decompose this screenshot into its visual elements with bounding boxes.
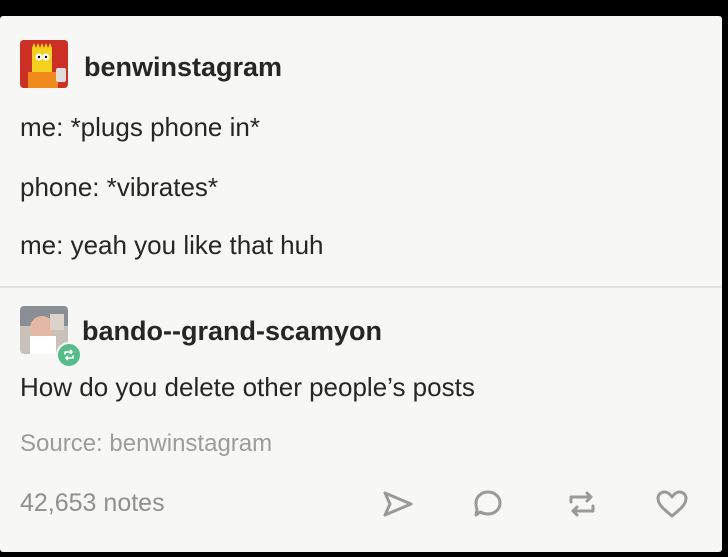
avatar-benwinstagram[interactable]	[20, 40, 68, 88]
reply-icon	[474, 490, 502, 517]
post-text-line-1: me: *plugs phone in*	[20, 112, 260, 142]
tumblr-post-card: benwinstagram me: *plugs phone in* phone…	[0, 16, 722, 552]
reblog-divider	[0, 286, 722, 288]
reblog-icon	[569, 491, 595, 517]
bart-avatar-icon	[20, 40, 68, 88]
username-benwinstagram[interactable]: benwinstagram	[84, 52, 282, 83]
reblog-badge-icon	[56, 342, 82, 368]
reblog-text: How do you delete other people’s posts	[20, 372, 475, 402]
avatar-bando-grand-scamyon[interactable]	[20, 306, 82, 368]
source-link[interactable]: Source: benwinstagram	[20, 430, 272, 458]
notes-count[interactable]: 42,653 notes	[20, 489, 165, 518]
like-button[interactable]	[652, 486, 692, 522]
post-text-line-3: me: yeah you like that huh	[20, 230, 324, 260]
share-button[interactable]	[378, 486, 418, 522]
reblog-button[interactable]	[562, 486, 602, 522]
post-text-line-2: phone: *vibrates*	[20, 172, 219, 202]
share-icon	[383, 491, 413, 517]
like-icon	[656, 490, 688, 518]
reply-button[interactable]	[468, 486, 508, 522]
username-bando-grand-scamyon[interactable]: bando--grand-scamyon	[82, 316, 382, 347]
